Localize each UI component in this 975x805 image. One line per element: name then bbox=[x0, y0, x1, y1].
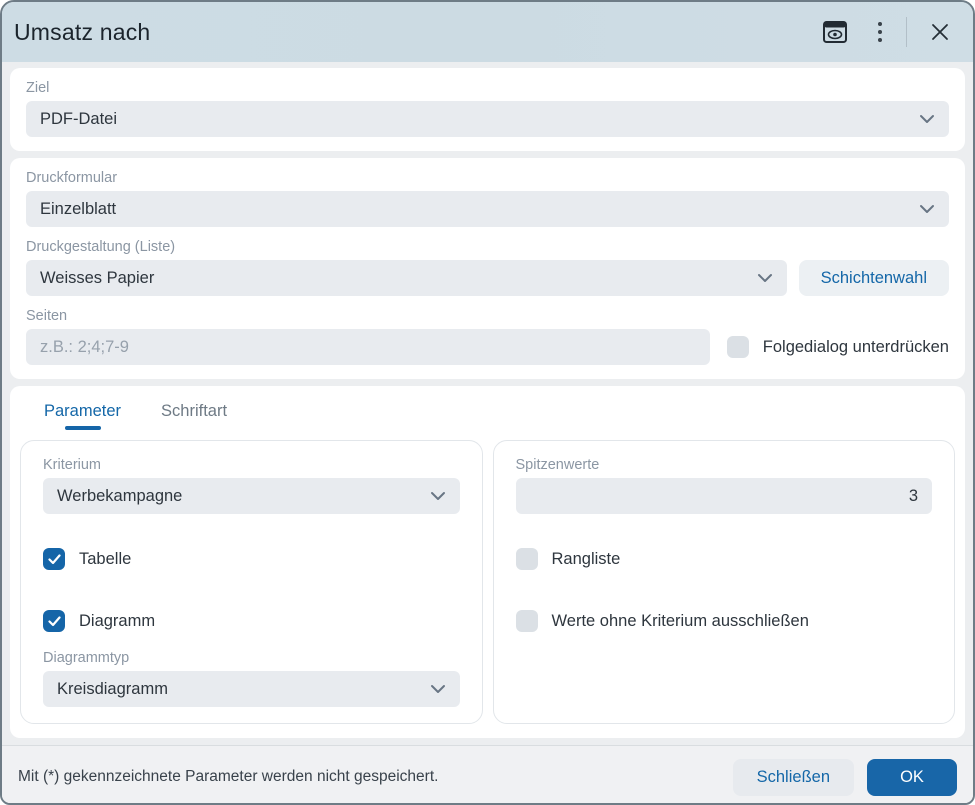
schliessen-button[interactable]: Schließen bbox=[732, 758, 854, 796]
rangliste-checkbox-label: Rangliste bbox=[551, 549, 621, 568]
rangliste-checkbox[interactable] bbox=[515, 548, 538, 570]
folgedialog-checkbox[interactable] bbox=[726, 336, 749, 358]
kriterium-label: Kriterium bbox=[43, 457, 102, 473]
footer-note: Mit (*) gekennzeichnete Parameter werden… bbox=[18, 768, 439, 785]
druckformular-select-value: Einzelblatt bbox=[40, 199, 117, 218]
diagramm-checkbox-row[interactable]: Diagramm bbox=[43, 610, 460, 632]
tabelle-checkbox-label: Tabelle bbox=[79, 549, 132, 568]
tab-parameter[interactable]: Parameter bbox=[40, 396, 125, 430]
folgedialog-checkbox-row[interactable]: Folgedialog unterdrücken bbox=[726, 336, 949, 358]
werte-checkbox-row[interactable]: Werte ohne Kriterium ausschließen bbox=[515, 610, 933, 632]
ziel-select[interactable]: PDF-Datei bbox=[26, 101, 949, 137]
ziel-label: Ziel bbox=[26, 80, 50, 96]
werte-checkbox-label: Werte ohne Kriterium ausschließen bbox=[551, 611, 809, 630]
export-dialog: Umsatz nach Ziel PDF-Datei Druckformular… bbox=[0, 0, 975, 805]
diagrammtyp-select-value: Kreisdiagramm bbox=[57, 679, 168, 698]
spitzenwerte-input[interactable] bbox=[515, 478, 932, 514]
preview-icon[interactable] bbox=[818, 15, 852, 49]
spitzenwerte-label: Spitzenwerte bbox=[515, 457, 600, 473]
values-panel: Spitzenwerte Rangliste Werte ohne Kriter… bbox=[492, 440, 955, 724]
parameter-panels: Kriterium Werbekampagne Tabelle Diagramm… bbox=[20, 440, 955, 724]
footer-bar: Mit (*) gekennzeichnete Parameter werden… bbox=[2, 745, 973, 803]
criteria-panel: Kriterium Werbekampagne Tabelle Diagramm… bbox=[20, 440, 483, 724]
druckformular-select[interactable]: Einzelblatt bbox=[26, 191, 949, 227]
kriterium-select[interactable]: Werbekampagne bbox=[43, 478, 460, 514]
diagrammtyp-select[interactable]: Kreisdiagramm bbox=[43, 671, 460, 707]
druckgestaltung-label: Druckgestaltung (Liste) bbox=[26, 239, 176, 255]
title-bar: Umsatz nach bbox=[2, 2, 973, 62]
tabelle-checkbox-row[interactable]: Tabelle bbox=[43, 548, 460, 570]
dialog-content: Ziel PDF-Datei Druckformular Einzelblatt… bbox=[2, 62, 973, 745]
tabelle-checkbox[interactable] bbox=[43, 548, 65, 570]
schichtenwahl-button[interactable]: Schichtenwahl bbox=[798, 260, 949, 296]
diagramm-checkbox-label: Diagramm bbox=[79, 611, 156, 630]
close-icon[interactable] bbox=[923, 15, 957, 49]
chevron-down-icon bbox=[430, 487, 446, 506]
dialog-title: Umsatz nach bbox=[14, 18, 151, 45]
diagrammtyp-label: Diagrammtyp bbox=[43, 650, 130, 666]
titlebar-divider bbox=[906, 17, 907, 47]
druckgestaltung-select[interactable]: Weisses Papier bbox=[26, 260, 787, 296]
parameter-card: Parameter Schriftart Kriterium Werbekamp… bbox=[10, 386, 965, 738]
druckgestaltung-select-value: Weisses Papier bbox=[40, 268, 155, 287]
chevron-down-icon bbox=[757, 269, 773, 288]
rangliste-checkbox-row[interactable]: Rangliste bbox=[515, 548, 933, 570]
seiten-input[interactable] bbox=[26, 329, 710, 365]
werte-checkbox[interactable] bbox=[515, 610, 538, 632]
folgedialog-checkbox-label: Folgedialog unterdrücken bbox=[762, 337, 949, 356]
menu-kebab-icon[interactable] bbox=[868, 15, 892, 49]
tab-schriftart[interactable]: Schriftart bbox=[157, 396, 231, 430]
diagramm-checkbox[interactable] bbox=[43, 610, 65, 632]
druckformular-label: Druckformular bbox=[26, 170, 118, 186]
chevron-down-icon bbox=[430, 680, 446, 699]
print-options-card: Druckformular Einzelblatt Druckgestaltun… bbox=[10, 158, 965, 379]
target-card: Ziel PDF-Datei bbox=[10, 68, 965, 151]
tab-bar: Parameter Schriftart bbox=[10, 396, 965, 430]
chevron-down-icon bbox=[919, 200, 935, 219]
kriterium-select-value: Werbekampagne bbox=[57, 486, 183, 505]
chevron-down-icon bbox=[919, 110, 935, 129]
seiten-label: Seiten bbox=[26, 308, 68, 324]
ziel-select-value: PDF-Datei bbox=[40, 109, 118, 128]
ok-button[interactable]: OK bbox=[867, 758, 957, 796]
